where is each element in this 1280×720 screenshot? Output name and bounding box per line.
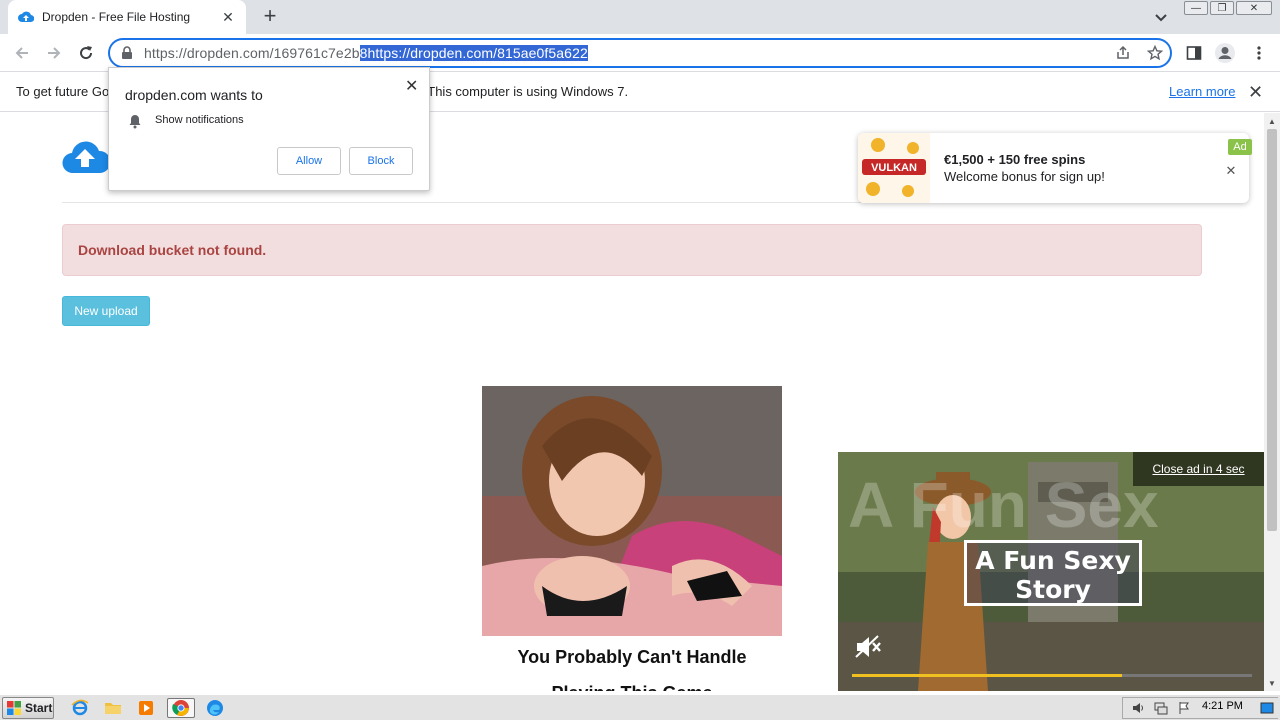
share-icon[interactable] — [1114, 44, 1132, 62]
side-panel-icon[interactable] — [1183, 42, 1205, 64]
tab-search-chevron-icon[interactable] — [1152, 8, 1170, 26]
start-label: Start — [25, 701, 53, 715]
forward-arrow-icon[interactable] — [42, 42, 66, 64]
address-bar[interactable]: https://dropden.com/169761c7e2b8https://… — [108, 38, 1172, 68]
casino-ad-subline: Welcome bonus for sign up! — [944, 169, 1105, 184]
file-explorer-icon[interactable] — [101, 698, 125, 718]
scroll-down-arrow-icon[interactable]: ▼ — [1268, 679, 1276, 688]
window-close-button[interactable]: ✕ — [1236, 1, 1272, 15]
browser-tab[interactable]: Dropden - Free File Hosting ✕ — [8, 0, 246, 34]
svg-text:A Fun Sex: A Fun Sex — [848, 469, 1159, 541]
lock-icon[interactable] — [120, 46, 134, 60]
action-center-flag-icon[interactable] — [1176, 700, 1192, 716]
volume-icon[interactable] — [1130, 700, 1146, 716]
bookmark-star-icon[interactable] — [1146, 44, 1164, 62]
new-upload-button[interactable]: New upload — [62, 296, 150, 326]
restore-button[interactable]: ❐ — [1210, 1, 1234, 15]
taskbar-clock: 4:21 PM — [1202, 700, 1243, 712]
start-button[interactable]: Start — [2, 697, 54, 719]
url-prefix: https://dropden.com/169761c7e2b — [144, 45, 360, 61]
menu-kebab-icon[interactable] — [1248, 42, 1270, 64]
ad-caption-line2: Playing This Game — [482, 683, 782, 691]
block-button[interactable]: Block — [349, 147, 413, 175]
ad-badge: Ad — [1228, 139, 1252, 155]
video-ad-title: A Fun Sexy Story — [964, 540, 1142, 606]
profile-avatar-icon[interactable] — [1214, 42, 1236, 64]
learn-more-link[interactable]: Learn more — [1169, 84, 1235, 99]
casino-logo-text: VULKAN — [871, 162, 917, 174]
back-arrow-icon[interactable] — [10, 42, 34, 64]
system-tray — [1122, 697, 1278, 719]
edge-icon[interactable] — [203, 698, 227, 718]
url-text: https://dropden.com/169761c7e2b8https://… — [144, 45, 588, 61]
cloud-upload-icon — [18, 9, 34, 25]
minimize-button[interactable]: — — [1184, 1, 1208, 15]
error-alert: Download bucket not found. — [62, 224, 1202, 276]
muted-speaker-icon[interactable] — [852, 633, 884, 661]
media-player-icon[interactable] — [134, 698, 158, 718]
page-scrollbar[interactable]: ▲ ▼ — [1264, 113, 1280, 691]
game-ad-image[interactable] — [482, 386, 782, 636]
dropden-logo-icon[interactable] — [62, 137, 111, 177]
scrollbar-thumb[interactable] — [1267, 129, 1277, 531]
video-progress-bar — [852, 674, 1252, 677]
allow-button[interactable]: Allow — [277, 147, 341, 175]
scroll-up-arrow-icon[interactable]: ▲ — [1268, 117, 1276, 126]
tab-close-icon[interactable]: ✕ — [220, 9, 236, 25]
permission-close-icon[interactable]: ✕ — [405, 76, 418, 96]
tab-title: Dropden - Free File Hosting — [42, 10, 191, 24]
video-progress-fill — [852, 674, 1122, 677]
infobar-close-icon[interactable]: ✕ — [1248, 82, 1263, 103]
network-icon[interactable] — [1153, 700, 1169, 716]
casino-ad-banner[interactable]: VULKAN €1,500 + 150 free spins Welcome b… — [858, 133, 1249, 203]
casino-ad-headline: €1,500 + 150 free spins — [944, 152, 1086, 167]
internet-explorer-icon[interactable] — [68, 698, 92, 718]
bell-icon — [127, 113, 143, 129]
windows-taskbar: Start 4:21 PM — [0, 694, 1280, 720]
url-selected: 8https://dropden.com/815ae0f5a622 — [359, 45, 588, 61]
casino-ad-close-icon[interactable]: ✕ — [1224, 164, 1238, 178]
casino-logo-image: VULKAN — [858, 133, 930, 203]
tab-strip: Dropden - Free File Hosting ✕ + — ❐ ✕ — [0, 0, 1280, 34]
windows-flag-icon — [6, 700, 22, 716]
notification-permission-popup: dropden.com wants to ✕ Show notification… — [108, 67, 430, 191]
show-desktop-icon[interactable] — [1257, 698, 1277, 718]
ad-caption-line1: You Probably Can't Handle — [517, 647, 747, 667]
close-ad-countdown[interactable]: Close ad in 4 sec — [1133, 452, 1264, 486]
permission-heading: dropden.com wants to — [125, 87, 263, 103]
permission-option: Show notifications — [155, 114, 244, 126]
chrome-taskbar-icon[interactable] — [167, 698, 195, 718]
new-tab-button[interactable]: + — [258, 5, 282, 28]
reload-icon[interactable] — [74, 42, 98, 64]
